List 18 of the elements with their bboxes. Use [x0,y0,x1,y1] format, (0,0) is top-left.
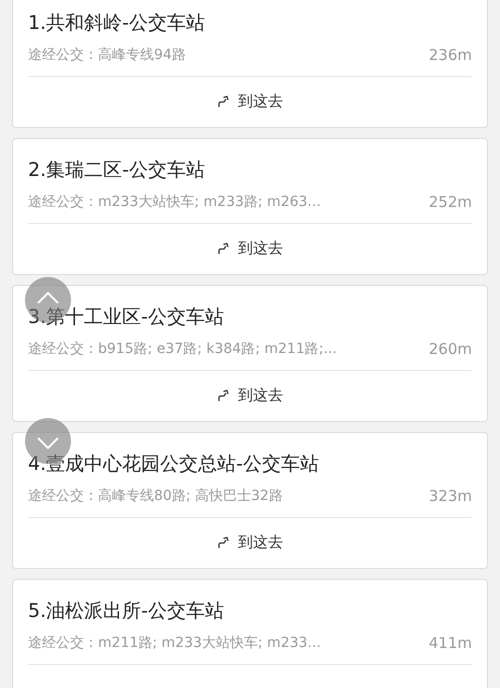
distance: 411m [428,634,472,652]
bus-routes: 途经公交：高峰专线80路; 高快巴士32路 [28,487,283,505]
bus-routes: 途经公交：高峰专线94路 [28,46,186,64]
distance: 323m [428,487,472,505]
distance: 236m [428,46,472,64]
station-title: 1.共和斜岭-公交车站 [28,11,206,36]
go-here-button[interactable]: 到这去 [211,234,289,262]
distance: 252m [428,193,472,211]
distance: 260m [428,340,472,358]
go-here-button[interactable]: 到这去 [211,382,289,408]
bus-routes: 途经公交：m233大站快车; m233路; m263... [28,193,321,211]
go-here-button[interactable]: 到这去 [211,88,289,114]
station-title: 4.壹成中心花园公交总站-公交车站 [28,452,320,477]
station-title: 2.集瑞二区-公交车站 [28,158,206,183]
bus-routes: 途经公交：b915路; e37路; k384路; m211路;... [28,340,337,358]
bus-routes: 途经公交：m211路; m233大站快车; m233... [28,634,321,652]
go-here-button[interactable]: 到这去 [211,528,289,556]
station-title: 5.油松派出所-公交车站 [28,599,225,624]
